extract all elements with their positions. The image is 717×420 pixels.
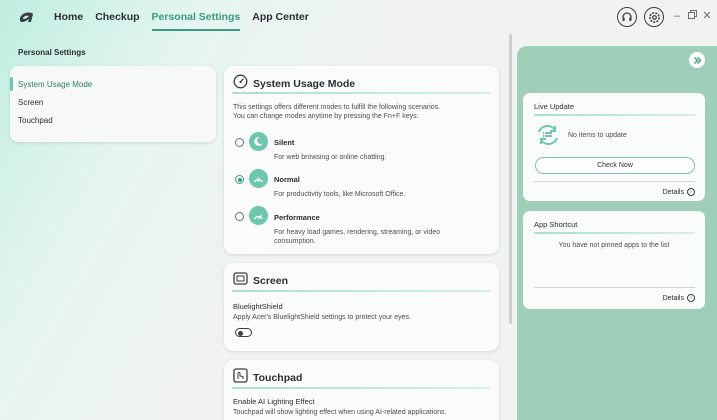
- left-panel-title: Personal Settings: [18, 48, 86, 57]
- nav-home[interactable]: Home: [54, 0, 83, 34]
- app-shortcut-details-link[interactable]: Details ›: [663, 294, 695, 302]
- mode-name-normal: Normal: [274, 175, 300, 184]
- mode-description: You can change modes anytime by pressing…: [233, 113, 419, 120]
- details-label: Details: [662, 294, 684, 302]
- shortcut-status: You have not pinned apps to the list: [558, 242, 670, 249]
- scrollbar-thumb[interactable]: [509, 34, 512, 324]
- silent-mode-icon: [249, 132, 268, 151]
- live-update-card: Live Update No items to update Check Now…: [523, 93, 705, 201]
- details-label: Details: [662, 188, 684, 196]
- settings-gear-icon[interactable]: [644, 7, 664, 27]
- radio-silent[interactable]: [235, 138, 244, 147]
- divider: [534, 114, 695, 116]
- radio-performance[interactable]: [235, 212, 244, 221]
- divider: [232, 387, 491, 389]
- live-update-details-link[interactable]: Details ›: [663, 188, 695, 196]
- card-header: Screen: [233, 271, 288, 291]
- divider: [534, 232, 695, 234]
- card-title: System Usage Mode: [253, 78, 356, 90]
- update-status: No items to update: [568, 132, 627, 139]
- normal-mode-icon: [249, 169, 268, 188]
- app-shortcut-title: App Shortcut: [534, 220, 578, 229]
- restore-icon[interactable]: [686, 9, 698, 23]
- mode-name-performance: Performance: [274, 213, 320, 222]
- update-refresh-icon: [536, 124, 560, 151]
- check-now-button[interactable]: Check Now: [535, 157, 695, 174]
- ai-lighting-description: Touchpad will show lighting effect when …: [233, 409, 447, 416]
- card-title: Screen: [253, 275, 289, 287]
- touchpad-icon: [233, 368, 248, 388]
- active-indicator: [10, 77, 13, 91]
- divider: [232, 92, 491, 94]
- performance-mode-icon: [249, 206, 268, 225]
- divider: [232, 290, 491, 292]
- chevron-right-icon: ›: [687, 188, 695, 196]
- mode-description: This settings offers different modes to …: [233, 104, 441, 111]
- ai-lighting-label: Enable AI Lighting Effect: [233, 397, 315, 406]
- screen-card: Screen BluelightShield Apply Acer's Blue…: [224, 263, 499, 351]
- speedometer-icon: [233, 74, 248, 94]
- settings-nav-card: System Usage Mode Screen Touchpad: [10, 66, 216, 142]
- nav-personal-settings[interactable]: Personal Settings: [151, 0, 240, 34]
- expand-panel-button[interactable]: [689, 52, 705, 68]
- settings-nav-touchpad[interactable]: Touchpad: [18, 116, 53, 125]
- card-header: Touchpad: [233, 368, 302, 388]
- chevron-right-icon: ›: [687, 294, 695, 302]
- system-usage-mode-card: System Usage Mode This settings offers d…: [224, 66, 499, 254]
- monitor-icon: [233, 271, 248, 291]
- app-shortcut-card: App Shortcut You have not pinned apps to…: [523, 211, 705, 309]
- main-nav: Home Checkup Personal Settings App Cente…: [54, 0, 321, 34]
- headset-icon[interactable]: [617, 7, 637, 27]
- mode-desc-silent: For web browsing or online chatting.: [274, 154, 387, 161]
- card-title: Touchpad: [253, 372, 303, 384]
- card-header: System Usage Mode: [233, 74, 355, 94]
- settings-nav-system-usage-mode[interactable]: System Usage Mode: [18, 80, 92, 89]
- bluelightshield-toggle[interactable]: [235, 328, 252, 337]
- right-panel: Live Update No items to update Check Now…: [517, 46, 717, 420]
- nav-app-center[interactable]: App Center: [252, 0, 309, 34]
- divider: [534, 287, 695, 288]
- minimize-icon[interactable]: –: [671, 9, 683, 23]
- bluelightshield-label: BluelightShield: [233, 302, 283, 311]
- touchpad-card: Touchpad Enable AI Lighting Effect Touch…: [224, 360, 499, 420]
- mode-desc-performance: For heavy load games, rendering, streami…: [274, 229, 441, 236]
- divider: [534, 181, 695, 182]
- radio-normal[interactable]: [235, 175, 244, 184]
- mode-desc-normal: For productivity tools, like Microsoft O…: [274, 191, 406, 198]
- mode-desc-performance: consumption.: [274, 238, 316, 245]
- top-bar: Home Checkup Personal Settings App Cente…: [0, 0, 717, 36]
- double-chevron-right-icon: [693, 56, 701, 64]
- live-update-title: Live Update: [534, 102, 575, 111]
- nav-checkup[interactable]: Checkup: [95, 0, 139, 34]
- bluelightshield-description: Apply Acer's BluelightShield settings to…: [233, 314, 411, 321]
- mode-name-silent: Silent: [274, 138, 295, 147]
- settings-nav-screen[interactable]: Screen: [18, 98, 43, 107]
- close-icon[interactable]: ✕: [701, 9, 713, 23]
- acer-logo-icon[interactable]: [18, 8, 40, 26]
